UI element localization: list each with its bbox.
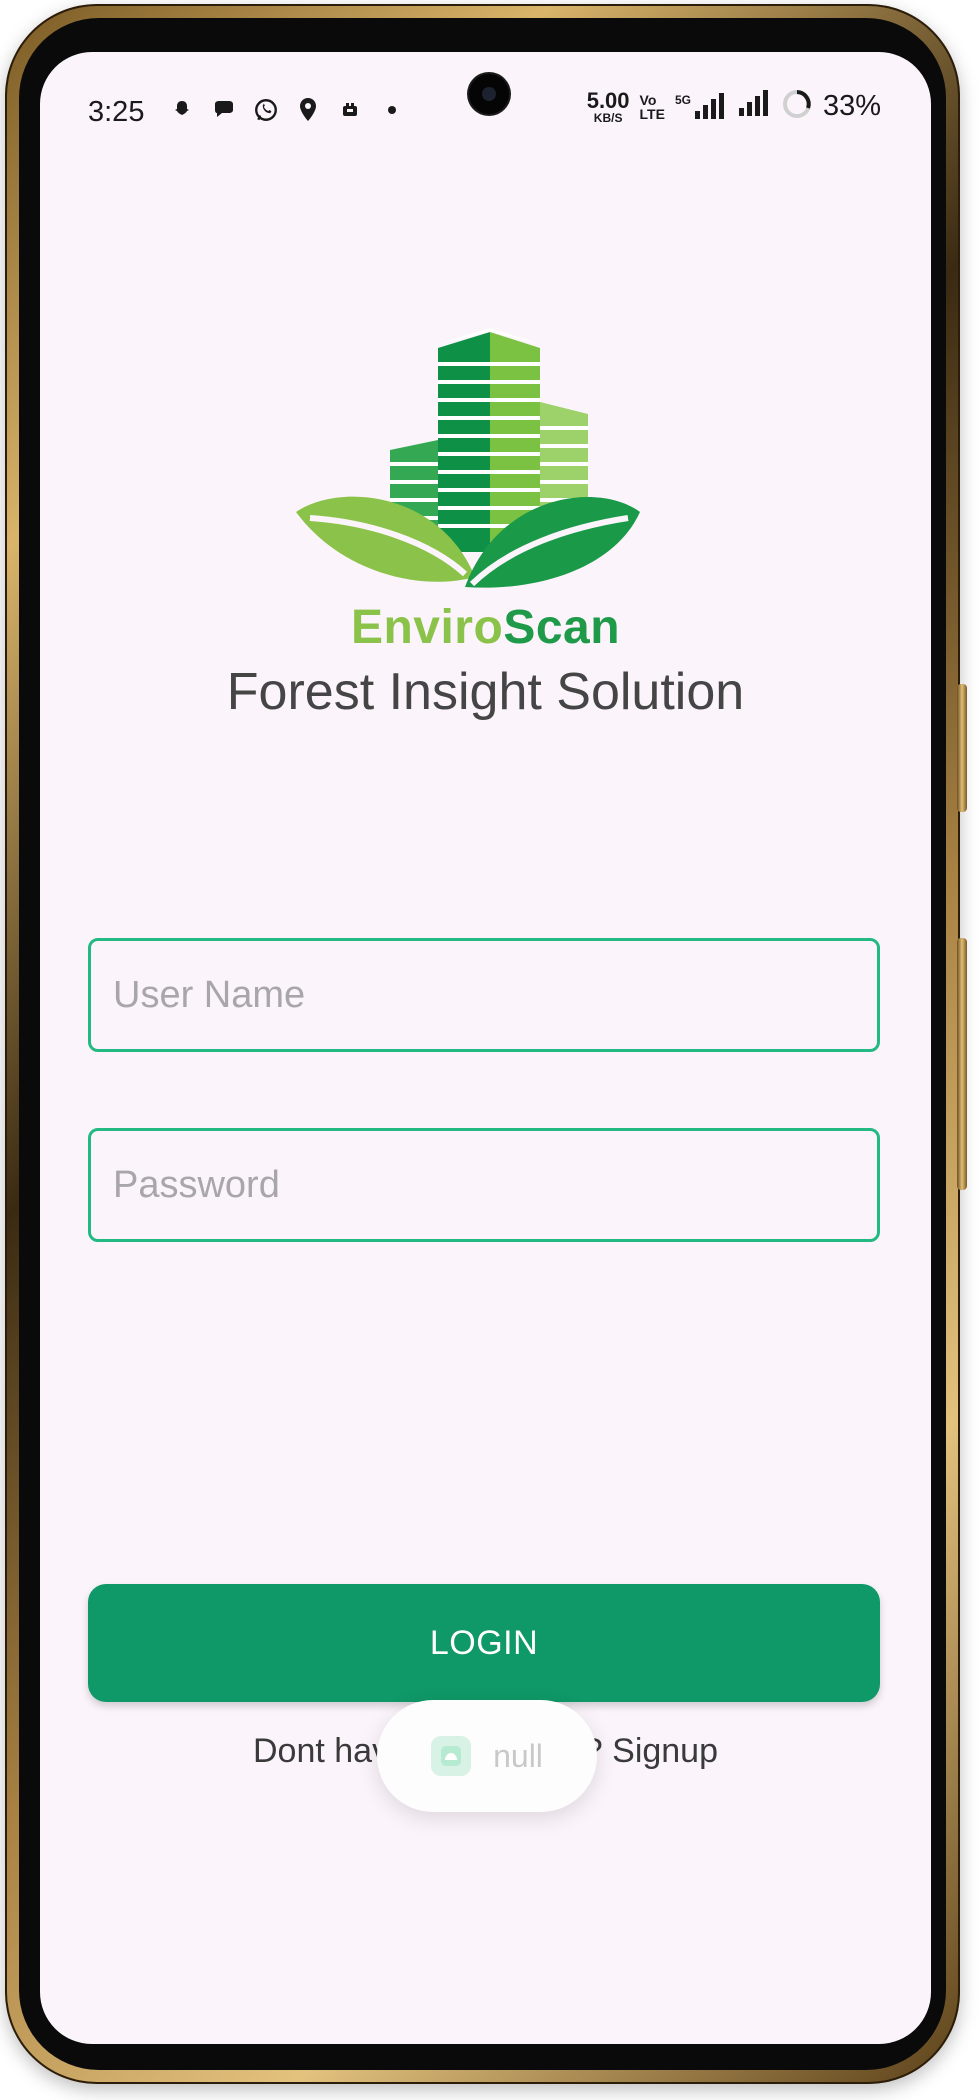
network-speed: 5.00 KB/S [586, 87, 630, 125]
whatsapp-icon [252, 96, 280, 124]
power-button [957, 684, 967, 812]
volume-button [957, 938, 967, 1190]
battery-ring-icon [781, 88, 813, 125]
signal-5g-icon: 5G [674, 92, 727, 121]
volte-bottom: LTE [639, 105, 665, 122]
network-speed-value: 5.00 [586, 87, 630, 113]
maps-pin-icon [294, 96, 322, 124]
app-icon [336, 96, 364, 124]
app-toast-icon [431, 1736, 472, 1776]
toast-text: null [493, 1737, 543, 1774]
status-bar: 3:25 5.00 KB/S Vo LTE 5G 33% [40, 52, 931, 172]
notification-icons [168, 96, 406, 124]
password-input[interactable] [88, 1128, 880, 1242]
app-screen: 3:25 5.00 KB/S Vo LTE 5G 33% EnviroScan … [40, 52, 931, 2044]
brand-name-part1: Enviro [350, 601, 504, 654]
brand-name: EnviroScan [40, 600, 931, 655]
dot-icon [378, 96, 406, 124]
signal-icon [737, 90, 771, 123]
username-input[interactable] [88, 938, 880, 1052]
status-time: 3:25 [88, 96, 145, 128]
network-speed-unit: KB/S [593, 110, 623, 125]
signup-link[interactable]: ? Signup [584, 1732, 718, 1770]
network-type-label: 5G [674, 92, 691, 107]
brand-tagline: Forest Insight Solution [226, 663, 745, 721]
login-button[interactable]: LOGIN [88, 1584, 880, 1702]
front-camera [469, 74, 509, 114]
status-indicators: 5.00 KB/S Vo LTE 5G 33% [587, 88, 881, 125]
volte-indicator: Vo LTE [640, 93, 665, 121]
chat-bubble-icon [210, 96, 238, 124]
toast-message: null [377, 1700, 597, 1812]
brand-name-part2: Scan [503, 601, 621, 654]
battery-percent: 33% [822, 90, 881, 122]
volte-top: Vo [639, 91, 657, 108]
snapchat-icon [168, 96, 196, 124]
